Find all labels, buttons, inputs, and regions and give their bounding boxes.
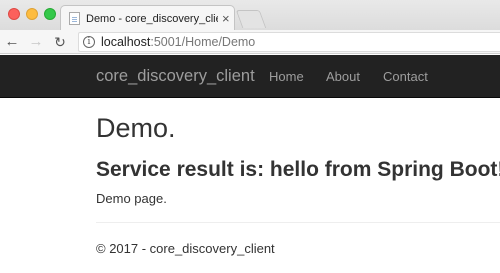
browser-toolbar: ← → ↻ i localhost:5001/Home/Demo	[0, 30, 500, 54]
url-path: :5001/Home/Demo	[150, 34, 256, 49]
tab-title: Demo - core_discovery_client	[86, 12, 218, 25]
browser-tab-active[interactable]: Demo - core_discovery_client ×	[60, 5, 235, 31]
info-icon[interactable]: i	[83, 35, 95, 48]
site-navbar: core_discovery_client Home About Contact	[0, 55, 500, 98]
reload-icon[interactable]: ↻	[50, 32, 70, 52]
browser-tab-strip: Demo - core_discovery_client ×	[0, 0, 500, 31]
back-arrow-icon[interactable]: ←	[2, 32, 22, 52]
window-close-button[interactable]	[8, 8, 20, 20]
service-result-heading: Service result is: hello from Spring Boo…	[96, 158, 500, 181]
page-icon	[69, 12, 80, 25]
new-tab-button[interactable]	[235, 10, 267, 28]
footer-divider	[96, 222, 500, 223]
nav-link-home[interactable]: Home	[269, 69, 304, 84]
window-minimize-button[interactable]	[26, 8, 38, 20]
url-host: localhost	[101, 34, 151, 49]
nav-link-contact[interactable]: Contact	[383, 69, 428, 84]
forward-arrow-icon[interactable]: →	[26, 32, 46, 52]
page-description: Demo page.	[96, 191, 167, 206]
nav-link-about[interactable]: About	[326, 69, 360, 84]
tab-close-icon[interactable]: ×	[218, 11, 234, 26]
navbar-brand[interactable]: core_discovery_client	[96, 67, 255, 86]
address-bar[interactable]: i localhost:5001/Home/Demo	[78, 31, 500, 52]
footer-copyright: © 2017 - core_discovery_client	[96, 241, 275, 256]
window-maximize-button[interactable]	[44, 8, 56, 20]
page-title: Demo.	[96, 113, 176, 143]
